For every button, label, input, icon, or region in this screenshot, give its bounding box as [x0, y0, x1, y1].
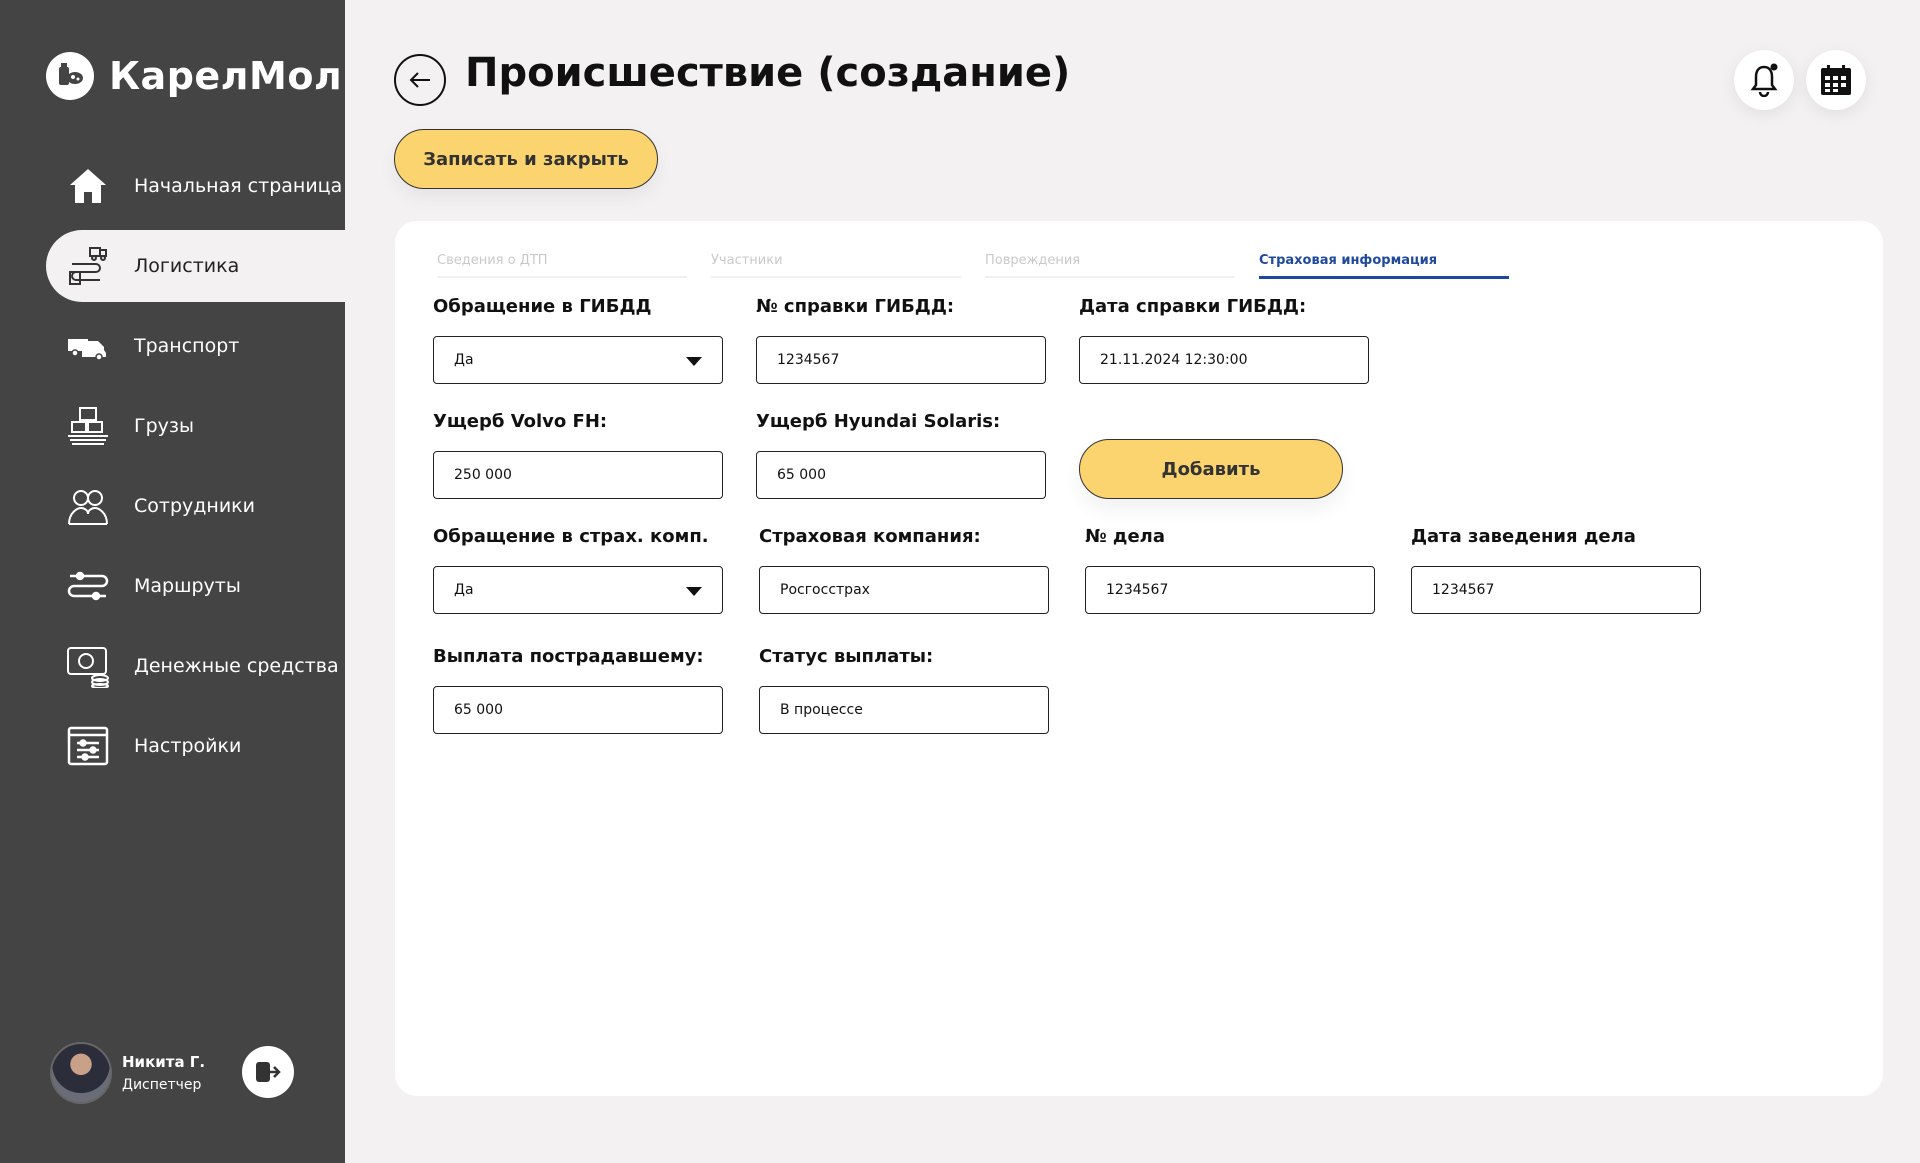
insurance-company-value: Росгосстрах	[780, 582, 870, 598]
truck-icon	[66, 324, 110, 368]
sidebar-item-employees[interactable]: Сотрудники	[46, 470, 345, 542]
sidebar-item-label: Настройки	[134, 735, 242, 757]
case-date-label: Дата заведения дела	[1411, 526, 1636, 547]
gibdd-ref-no-label: № справки ГИБДД:	[756, 296, 955, 317]
chevron-down-icon	[686, 587, 702, 596]
case-no-value: 1234567	[1106, 582, 1169, 598]
tab-participants[interactable]: Участники	[669, 253, 919, 269]
sidebar-item-logistics[interactable]: Логистика	[46, 230, 345, 302]
gibdd-appeal-select[interactable]: Да	[433, 336, 723, 384]
save-and-close-button[interactable]: Записать и закрыть	[394, 129, 658, 189]
app-logo[interactable]: КарелМол	[46, 52, 342, 100]
gibdd-ref-no-field[interactable]: 1234567	[756, 336, 1046, 384]
logistics-icon	[66, 244, 110, 288]
page-title: Происшествие (создание)	[465, 50, 1071, 96]
gibdd-ref-date-field[interactable]: 21.11.2024 12:30:00	[1079, 336, 1369, 384]
insurance-appeal-label: Обращение в страх. комп.	[433, 526, 709, 547]
gibdd-ref-no-value: 1234567	[777, 352, 840, 368]
damage-hyundai-value: 65 000	[777, 467, 826, 483]
damage-volvo-label: Ущерб Volvo FH:	[433, 411, 608, 432]
tab-accident-info[interactable]: Сведения о ДТП	[395, 253, 645, 269]
damage-hyundai-label: Ущерб Hyundai Solaris:	[756, 411, 1001, 432]
tab-underline	[437, 276, 687, 278]
sidebar-item-label: Маршруты	[134, 575, 241, 597]
sidebar-item-routes[interactable]: Маршруты	[46, 550, 345, 622]
damage-volvo-value: 250 000	[454, 467, 512, 483]
add-button[interactable]: Добавить	[1079, 439, 1343, 499]
sidebar-item-settings[interactable]: Настройки	[46, 710, 345, 782]
calendar-button[interactable]	[1806, 50, 1866, 110]
notifications-button[interactable]	[1734, 50, 1794, 110]
routes-icon	[66, 564, 110, 608]
case-no-label: № дела	[1085, 526, 1165, 547]
sidebar-item-label: Транспорт	[134, 335, 240, 357]
gibdd-appeal-value: Да	[454, 352, 474, 368]
form-card: Сведения о ДТП Участники Повреждения Стр…	[395, 221, 1883, 1096]
bell-icon	[1750, 63, 1778, 97]
app-name: КарелМол	[109, 54, 343, 98]
case-date-field[interactable]: 1234567	[1411, 566, 1701, 614]
sidebar-item-label: Начальная страница	[134, 175, 343, 197]
logout-button[interactable]	[242, 1046, 294, 1098]
settings-icon	[66, 724, 110, 768]
milk-logo-icon	[46, 52, 94, 100]
arrow-left-icon	[409, 72, 430, 88]
user-role: Диспетчер	[122, 1077, 202, 1093]
logout-icon	[256, 1062, 281, 1082]
back-button[interactable]	[394, 54, 446, 106]
sidebar-item-transport[interactable]: Транспорт	[46, 310, 345, 382]
case-date-value: 1234567	[1432, 582, 1495, 598]
gibdd-ref-date-value: 21.11.2024 12:30:00	[1100, 352, 1248, 368]
gibdd-appeal-label: Обращение в ГИБДД	[433, 296, 652, 317]
payout-status-field[interactable]: В процессе	[759, 686, 1049, 734]
gibdd-ref-date-label: Дата справки ГИБДД:	[1079, 296, 1307, 317]
damage-hyundai-field[interactable]: 65 000	[756, 451, 1046, 499]
user-profile[interactable]: Никита Г. Диспетчер	[50, 1042, 205, 1104]
tab-damages[interactable]: Повреждения	[943, 253, 1193, 269]
payout-label: Выплата пострадавшему:	[433, 646, 704, 667]
payout-value: 65 000	[454, 702, 503, 718]
sidebar-item-money[interactable]: Денежные средства	[46, 630, 345, 702]
avatar	[50, 1042, 112, 1104]
calendar-icon	[1821, 65, 1851, 95]
employees-icon	[66, 484, 110, 528]
insurance-appeal-select[interactable]: Да	[433, 566, 723, 614]
damage-volvo-field[interactable]: 250 000	[433, 451, 723, 499]
payout-status-value: В процессе	[780, 702, 863, 718]
sidebar-item-label: Денежные средства	[134, 655, 339, 677]
insurance-company-label: Страховая компания:	[759, 526, 981, 547]
tab-insurance-info[interactable]: Страховая информация	[1217, 253, 1467, 269]
payout-field[interactable]: 65 000	[433, 686, 723, 734]
money-icon	[66, 644, 110, 688]
user-name: Никита Г.	[122, 1053, 206, 1071]
insurance-company-field[interactable]: Росгосстрах	[759, 566, 1049, 614]
insurance-appeal-value: Да	[454, 582, 474, 598]
case-no-field[interactable]: 1234567	[1085, 566, 1375, 614]
tab-underline	[711, 276, 961, 278]
sidebar-item-label: Сотрудники	[134, 495, 255, 517]
sidebar-item-home[interactable]: Начальная страница	[46, 150, 345, 222]
sidebar-item-cargo[interactable]: Грузы	[46, 390, 345, 462]
chevron-down-icon	[686, 357, 702, 366]
sidebar-item-label: Грузы	[134, 415, 194, 437]
home-icon	[66, 164, 110, 208]
tab-underline-active	[1259, 276, 1509, 279]
payout-status-label: Статус выплаты:	[759, 646, 934, 667]
sidebar-item-label: Логистика	[134, 255, 240, 277]
tab-underline	[985, 276, 1235, 278]
sidebar: КарелМол Начальная страница Логистика Тр…	[0, 0, 345, 1163]
cargo-icon	[66, 404, 110, 448]
